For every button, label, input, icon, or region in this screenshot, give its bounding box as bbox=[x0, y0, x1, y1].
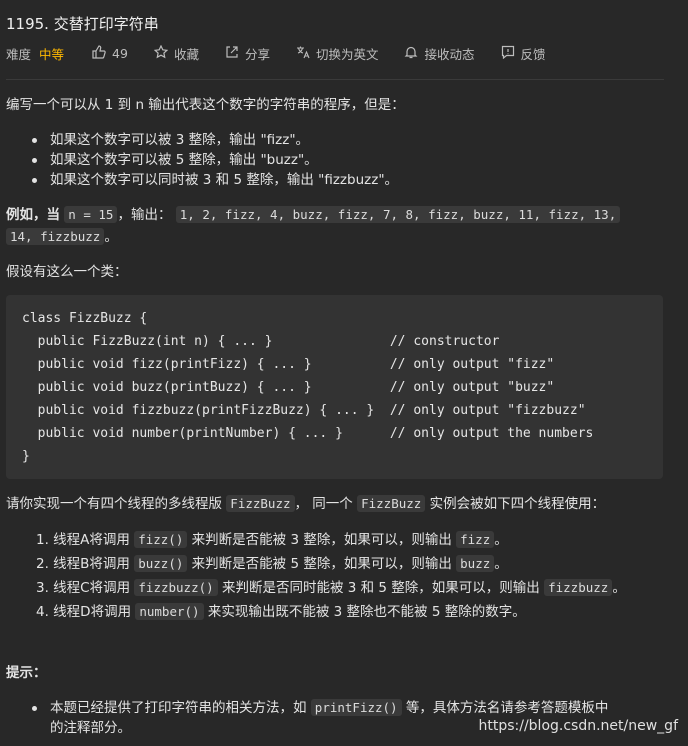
class-intro: 假设有这么一个类： bbox=[6, 264, 128, 280]
description-intro: 编写一个可以从 1 到 n 输出代表这个数字的字符串的程序，但是： bbox=[6, 97, 405, 113]
example-prefix: 例如，当 bbox=[6, 207, 60, 223]
class-name-code: FizzBuzz bbox=[226, 495, 295, 512]
example-line-2: 14, fizzbuzz。 bbox=[6, 227, 118, 247]
hint-title: 提示： bbox=[6, 665, 47, 681]
favorite-label: 收藏 bbox=[173, 47, 199, 62]
thread-mid: 来判断是否能被 3 整除，如果可以，则输出 bbox=[187, 532, 457, 548]
example-n-code: n = 15 bbox=[64, 206, 118, 223]
class-name-code: FizzBuzz bbox=[357, 495, 426, 512]
hint-post: 等，具体方法名请参考答题模板中 bbox=[401, 700, 609, 716]
list-item: 3. 线程C将调用 fizzbuzz() 来判断是否同时能被 3 和 5 整除，… bbox=[36, 576, 626, 600]
subscribe-button[interactable]: 接收动态 bbox=[404, 44, 475, 63]
list-item: 如果这个数字可以同时被 3 和 5 整除，输出 "fizzbuzz"。 bbox=[32, 170, 398, 190]
example-output-code: 1, 2, fizz, 4, buzz, fizz, 7, 8, fizz, b… bbox=[175, 206, 621, 223]
method-code: fizzbuzz() bbox=[134, 579, 218, 596]
list-item: 4. 线程D将调用 number() 来实现输出既不能被 3 整除也不能被 5 … bbox=[36, 600, 626, 624]
share-button[interactable]: 分享 bbox=[225, 44, 270, 63]
favorite-button[interactable]: 收藏 bbox=[153, 44, 199, 63]
thread-mid: 来判断是否同时能被 3 和 5 整除，如果可以，则输出 bbox=[217, 580, 545, 596]
list-item: 如果这个数字可以被 5 整除，输出 "buzz"。 bbox=[32, 150, 398, 170]
thread-end: 。 bbox=[494, 556, 508, 572]
difficulty-badge: 中等 bbox=[39, 47, 65, 62]
code-block: class FizzBuzz { public FizzBuzz(int n) … bbox=[6, 295, 663, 479]
example-mid: ，输出： bbox=[117, 207, 172, 223]
impl-suffix: 实例会被如下四个线程使用： bbox=[425, 496, 606, 512]
hint-code: printFizz() bbox=[310, 699, 402, 716]
method-code: number() bbox=[135, 603, 204, 620]
like-count: 49 bbox=[112, 46, 128, 61]
example-line-1: 例如，当 n = 15 ，输出： 1, 2, fizz, 4, buzz, fiz… bbox=[6, 205, 621, 225]
subscribe-label: 接收动态 bbox=[424, 47, 475, 62]
watermark: https://blog.csdn.net/new_gf bbox=[478, 718, 678, 734]
list-item: 如果这个数字可以被 3 整除，输出 "fizz"。 bbox=[32, 130, 398, 150]
switch-language-button[interactable]: 切换为英文 bbox=[296, 44, 379, 63]
output-code: fizzbuzz bbox=[544, 579, 613, 596]
code-content: class FizzBuzz { public FizzBuzz(int n) … bbox=[22, 311, 594, 464]
impl-mid: ， 同一个 bbox=[294, 496, 358, 512]
switch-language-label: 切换为英文 bbox=[315, 47, 379, 62]
share-icon bbox=[225, 45, 239, 63]
threads-list: 1. 线程A将调用 fizz() 来判断是否能被 3 整除，如果可以，则输出 f… bbox=[36, 528, 626, 624]
thread-pre: 3. 线程C将调用 bbox=[36, 580, 135, 596]
feedback-button[interactable]: 反馈 bbox=[501, 44, 546, 63]
translate-icon bbox=[296, 45, 310, 63]
divider bbox=[6, 79, 664, 80]
like-button[interactable]: 49 bbox=[92, 44, 128, 63]
thread-end: 。 bbox=[612, 580, 626, 596]
list-item: 2. 线程B将调用 buzz() 来判断是否能被 5 整除，如果可以，则输出 b… bbox=[36, 552, 626, 576]
implementation-text: 请你实现一个有四个线程的多线程版 FizzBuzz， 同一个 FizzBuzz … bbox=[6, 494, 605, 514]
list-item: 本题已经提供了打印字符串的相关方法，如 printFizz() 等，具体方法名请… bbox=[32, 698, 608, 718]
thread-end: 。 bbox=[494, 532, 508, 548]
method-code: buzz() bbox=[134, 555, 188, 572]
output-code: fizz bbox=[456, 531, 495, 548]
feedback-label: 反馈 bbox=[520, 47, 546, 62]
bell-icon bbox=[404, 45, 418, 63]
list-item: 1. 线程A将调用 fizz() 来判断是否能被 3 整除，如果可以，则输出 f… bbox=[36, 528, 626, 552]
example-output-code-cont: 14, fizzbuzz bbox=[6, 228, 105, 245]
rules-list: 如果这个数字可以被 3 整除，输出 "fizz"。 如果这个数字可以被 5 整除… bbox=[32, 130, 398, 190]
feedback-icon bbox=[501, 45, 515, 63]
star-icon bbox=[153, 44, 169, 63]
share-label: 分享 bbox=[244, 47, 270, 62]
difficulty-label: 难度 bbox=[6, 47, 32, 62]
thread-mid: 来实现输出既不能被 3 整除也不能被 5 整除的数字。 bbox=[203, 604, 526, 620]
hint-pre: 本题已经提供了打印字符串的相关方法，如 bbox=[50, 700, 311, 716]
page-title: 1195. 交替打印字符串 bbox=[6, 15, 159, 33]
impl-prefix: 请你实现一个有四个线程的多线程版 bbox=[6, 496, 227, 512]
thread-pre: 4. 线程D将调用 bbox=[36, 604, 136, 620]
thread-pre: 2. 线程B将调用 bbox=[36, 556, 135, 572]
thumbs-up-icon bbox=[92, 44, 106, 63]
output-code: buzz bbox=[456, 555, 495, 572]
thread-mid: 来判断是否能被 5 整除，如果可以，则输出 bbox=[187, 556, 457, 572]
problem-toolbar: 难度 中等 49 收藏 分享 切换为英文 接收动态 反馈 bbox=[6, 44, 572, 63]
method-code: fizz() bbox=[134, 531, 188, 548]
thread-pre: 1. 线程A将调用 bbox=[36, 532, 135, 548]
example-end: 。 bbox=[104, 229, 118, 245]
